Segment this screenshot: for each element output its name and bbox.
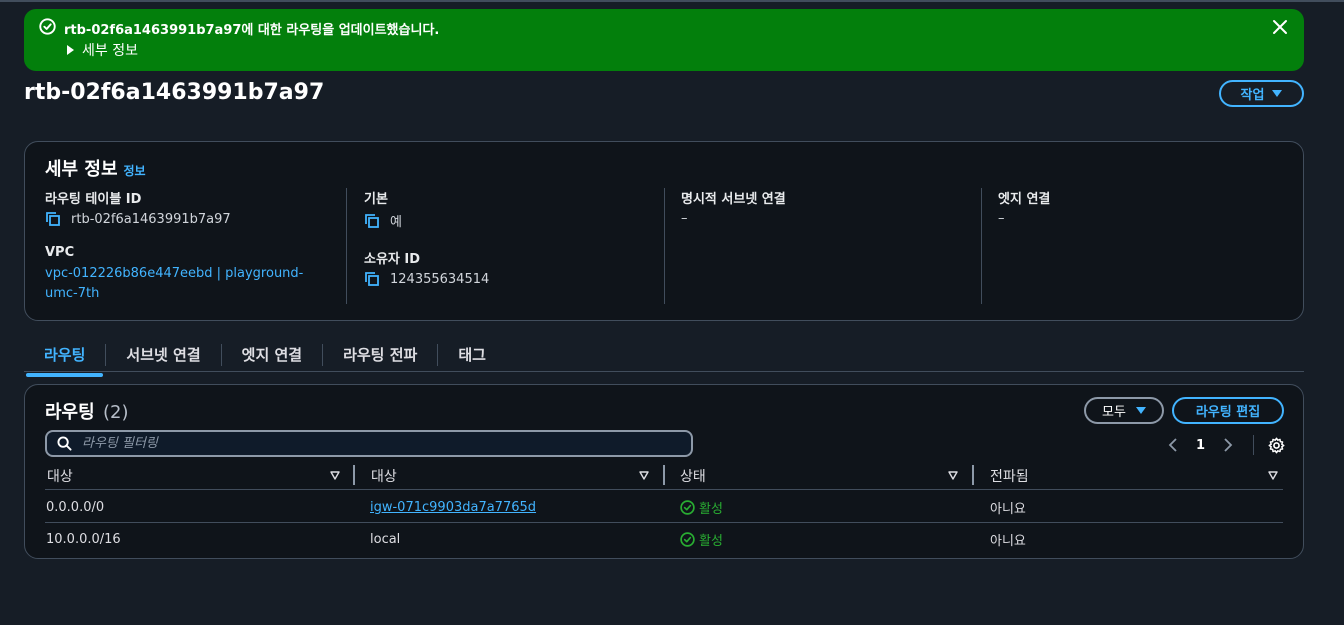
close-icon[interactable] bbox=[1272, 19, 1288, 35]
vpc-link-line-1: vpc-012226b86e447eebd | playground- bbox=[45, 266, 304, 281]
column-header-destination[interactable]: 대상 bbox=[47, 462, 73, 490]
pagination: 1 bbox=[1168, 435, 1285, 455]
route-filter-input[interactable] bbox=[82, 436, 642, 451]
route-filter[interactable] bbox=[45, 430, 693, 457]
tab-edge-associations[interactable]: 엣지 연결 bbox=[220, 343, 322, 366]
vpc-link[interactable]: vpc-012226b86e447eebd | playground- umc-… bbox=[45, 264, 345, 304]
status-text: 활성 bbox=[699, 533, 723, 549]
flash-message: rtb-02f6a1463991b7a97에 대한 라우팅을 업데이트했습니다. bbox=[64, 23, 440, 38]
edit-routes-button[interactable]: 라우팅 편집 bbox=[1172, 397, 1284, 424]
success-check-icon bbox=[39, 18, 56, 35]
search-icon bbox=[57, 436, 72, 451]
sort-icon[interactable] bbox=[1268, 471, 1278, 480]
column-resizer[interactable] bbox=[972, 465, 974, 485]
sort-icon[interactable] bbox=[948, 471, 958, 480]
success-flash-banner: rtb-02f6a1463991b7a97에 대한 라우팅을 업데이트했습니다.… bbox=[24, 9, 1304, 71]
details-column-1: 라우팅 테이블 ID rtb-02f6a1463991b7a97 VPC vpc… bbox=[45, 188, 345, 304]
table-row: 10.0.0.0/16 local 활성 아니요 bbox=[45, 523, 1283, 555]
details-title-text: 세부 정보 bbox=[45, 159, 118, 180]
expand-triangle-icon bbox=[67, 45, 74, 55]
route-destination: 10.0.0.0/16 bbox=[46, 531, 121, 547]
tab-routes[interactable]: 라우팅 bbox=[24, 344, 105, 377]
vpc-label: VPC bbox=[45, 245, 75, 260]
copy-icon[interactable] bbox=[45, 211, 61, 227]
details-panel: 세부 정보 정보 라우팅 테이블 ID rtb-02f6a1463991b7a97… bbox=[24, 141, 1304, 321]
status-text: 활성 bbox=[699, 501, 723, 517]
tab-subnet-associations[interactable]: 서브넷 연결 bbox=[105, 343, 220, 366]
internet-gateway-link[interactable]: igw-071c9903da7a7765d bbox=[370, 500, 536, 515]
actions-button-label: 작업 bbox=[1240, 88, 1265, 103]
sort-icon[interactable] bbox=[330, 471, 340, 480]
copy-icon[interactable] bbox=[364, 271, 380, 287]
copy-icon[interactable] bbox=[364, 213, 380, 229]
details-column-2: 기본 예 소유자 ID 124355634514 bbox=[346, 188, 663, 304]
page-number[interactable]: 1 bbox=[1196, 438, 1205, 453]
tab-bar: 라우팅 서브넷 연결 엣지 연결 라우팅 전파 태그 bbox=[24, 338, 1304, 377]
column-header-status[interactable]: 상태 bbox=[680, 462, 706, 490]
sort-icon[interactable] bbox=[639, 471, 649, 480]
column-header-propagated[interactable]: 전파됨 bbox=[990, 462, 1029, 490]
status-badge: 활성 bbox=[680, 498, 723, 517]
caret-down-icon bbox=[1272, 90, 1283, 97]
caret-down-icon bbox=[1135, 407, 1146, 414]
owner-id-value: 124355634514 bbox=[390, 271, 490, 287]
route-table-id-label: 라우팅 테이블 ID bbox=[45, 192, 142, 207]
edge-association-value: – bbox=[998, 211, 1005, 226]
success-check-icon bbox=[680, 531, 695, 547]
main-value: 예 bbox=[390, 215, 402, 230]
page-title: rtb-02f6a1463991b7a97 bbox=[24, 80, 325, 105]
edge-association-label: 엣지 연결 bbox=[998, 192, 1051, 207]
column-resizer[interactable] bbox=[663, 465, 665, 485]
route-table-id-value: rtb-02f6a1463991b7a97 bbox=[71, 211, 231, 227]
gear-icon[interactable] bbox=[1268, 437, 1285, 454]
details-title: 세부 정보 정보 bbox=[45, 155, 146, 181]
routes-panel: 라우팅 (2) 모두 라우팅 편집 1 대상 대상 상태 전파됨 bbox=[24, 384, 1304, 559]
actions-button[interactable]: 작업 bbox=[1219, 80, 1304, 107]
table-row: 0.0.0.0/0 igw-071c9903da7a7765d 활성 아니요 bbox=[45, 491, 1283, 523]
filter-all-label: 모두 bbox=[1102, 405, 1126, 420]
column-resizer[interactable] bbox=[353, 465, 355, 485]
details-column-4: 엣지 연결 – bbox=[981, 188, 1281, 304]
owner-id-label: 소유자 ID bbox=[364, 252, 421, 267]
explicit-subnet-value: – bbox=[681, 211, 688, 226]
column-header-target[interactable]: 대상 bbox=[371, 462, 397, 490]
route-target: local bbox=[370, 531, 401, 547]
details-column-3: 명시적 서브넷 연결 – bbox=[664, 188, 981, 304]
success-check-icon bbox=[680, 499, 695, 515]
chevron-left-icon[interactable] bbox=[1168, 438, 1178, 452]
tab-route-propagation[interactable]: 라우팅 전파 bbox=[322, 343, 437, 366]
status-badge: 활성 bbox=[680, 530, 723, 549]
explicit-subnet-label: 명시적 서브넷 연결 bbox=[681, 192, 786, 207]
route-propagated: 아니요 bbox=[990, 501, 1026, 517]
flash-details-toggle[interactable]: 세부 정보 bbox=[64, 40, 138, 60]
filter-all-dropdown[interactable]: 모두 bbox=[1084, 397, 1164, 424]
tab-tags[interactable]: 태그 bbox=[437, 343, 506, 366]
info-link[interactable]: 정보 bbox=[124, 164, 146, 178]
routes-table-header: 대상 대상 상태 전파됨 bbox=[45, 462, 1283, 490]
main-label: 기본 bbox=[364, 192, 388, 207]
chevron-right-icon[interactable] bbox=[1223, 438, 1233, 452]
routes-count: (2) bbox=[102, 402, 129, 423]
flash-details-label: 세부 정보 bbox=[82, 43, 138, 59]
top-border bbox=[0, 0, 1344, 2]
route-destination: 0.0.0.0/0 bbox=[46, 499, 105, 515]
routes-title: 라우팅 (2) bbox=[45, 398, 128, 424]
routes-title-text: 라우팅 bbox=[45, 402, 95, 423]
vpc-link-line-2: umc-7th bbox=[45, 286, 100, 301]
route-propagated: 아니요 bbox=[990, 533, 1026, 549]
pager-divider bbox=[1253, 435, 1255, 455]
